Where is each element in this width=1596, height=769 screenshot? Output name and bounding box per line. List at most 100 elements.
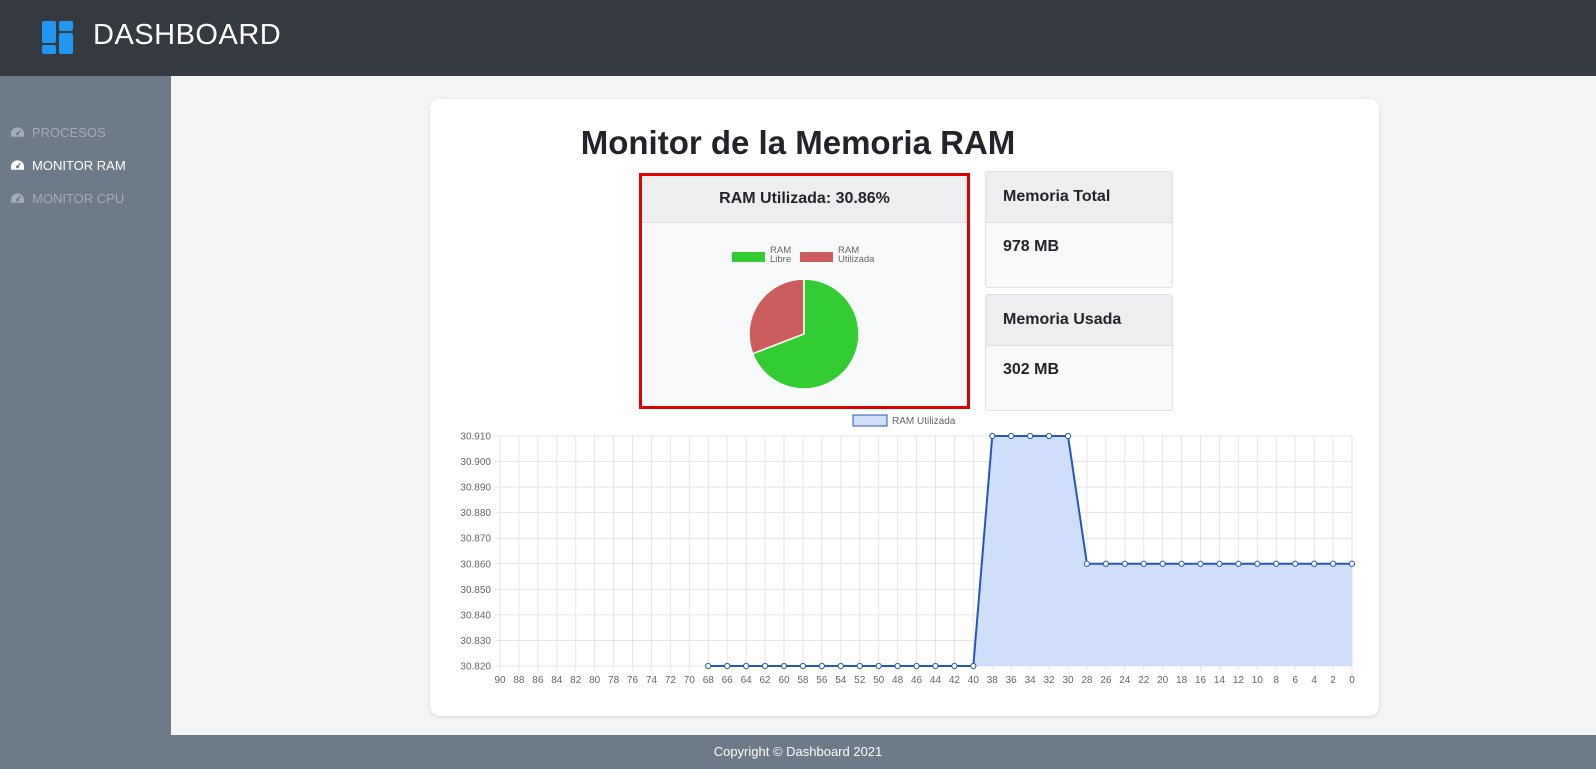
x-tick-label: 36 [1006,675,1018,686]
x-tick-label: 8 [1273,675,1279,686]
y-tick-label: 30.890 [460,483,491,494]
data-point[interactable] [743,662,750,670]
sidebar: PROCESOS MONITOR RAM MONITOR CPU [0,76,171,735]
data-point[interactable] [724,662,731,670]
data-point[interactable] [1254,560,1261,567]
data-point[interactable] [837,662,844,670]
data-point[interactable] [989,432,996,440]
data-point[interactable] [1311,560,1318,567]
x-tick-label: 24 [1119,675,1131,686]
y-tick-label: 30.830 [460,636,491,647]
x-tick-label: 90 [494,675,506,686]
memory-total-header: Memoria Total [986,172,1172,223]
x-tick-label: 4 [1311,675,1317,686]
dashboard-logo-icon [42,21,73,54]
x-tick-label: 20 [1157,675,1169,686]
x-tick-label: 70 [684,675,696,686]
y-axis-ticks: 30.910 30.900 30.890 30.880 30.870 30.860 30.8… [460,432,491,673]
x-tick-label: 6 [1292,675,1298,686]
data-point[interactable] [1292,560,1299,567]
x-tick-label: 18 [1176,675,1188,686]
data-point[interactable] [1121,560,1128,567]
data-point[interactable] [1008,432,1015,440]
x-tick-label: 2 [1330,675,1336,686]
x-tick-label: 38 [987,675,999,686]
legend-label: RAM Utilizada [892,416,956,427]
footer: Copyright © Dashboard 2021 [0,735,1596,769]
data-point[interactable] [1102,560,1109,567]
x-tick-label: 22 [1138,675,1150,686]
data-point[interactable] [1159,560,1166,567]
y-tick-label: 30.880 [460,508,491,519]
x-tick-label: 30 [1062,675,1074,686]
data-point[interactable] [875,662,882,670]
x-tick-label: 68 [703,675,715,686]
legend-swatch[interactable] [800,252,833,262]
x-tick-label: 62 [760,675,772,686]
memory-used-header: Memoria Usada [986,295,1172,346]
x-tick-label: 60 [778,675,790,686]
x-tick-label: 88 [513,675,525,686]
legend-label: Utilizada [838,254,875,265]
data-point[interactable] [1140,560,1147,567]
memory-used-box: Memoria Usada 302 MB [985,294,1173,411]
chart-area [708,435,1352,667]
y-tick-label: 30.900 [460,457,491,468]
data-point[interactable] [1027,432,1034,440]
y-tick-label: 30.860 [460,559,491,570]
data-point[interactable] [894,662,901,670]
y-tick-label: 30.840 [460,610,491,621]
ram-history-chart: 30.910 30.900 30.890 30.880 30.870 30.860 30.8… [460,414,1356,686]
x-tick-label: 26 [1100,675,1112,686]
memory-total-label: Memoria Total [1003,188,1111,205]
x-tick-label: 86 [532,675,544,686]
x-tick-label: 42 [949,675,961,686]
data-point[interactable] [705,662,712,670]
x-tick-label: 80 [589,675,601,686]
data-point[interactable] [1064,432,1072,440]
memory-total-box: Memoria Total 978 MB [985,171,1173,288]
data-point[interactable] [761,662,769,670]
data-point[interactable] [780,662,788,670]
app-title[interactable]: DASHBOARD [93,19,281,52]
data-point[interactable] [1329,560,1337,567]
data-point[interactable] [1235,560,1242,567]
legend-swatch[interactable] [852,414,888,427]
y-tick-label: 30.910 [460,432,491,443]
data-point[interactable] [856,662,863,670]
x-tick-label: 16 [1195,675,1207,686]
x-tick-label: 58 [797,675,809,686]
x-tick-label: 34 [1025,675,1037,686]
x-tick-label: 44 [930,675,942,686]
data-point[interactable] [1178,560,1185,567]
data-point[interactable] [1216,560,1223,567]
top-navbar: DASHBOARD [0,0,1596,76]
memory-total-value: 978 MB [1003,238,1060,255]
x-tick-label: 82 [570,675,582,686]
data-point[interactable] [1045,432,1053,440]
x-tick-label: 64 [741,675,753,686]
data-point[interactable] [970,662,977,670]
x-tick-label: 56 [816,675,828,686]
data-point[interactable] [913,662,920,670]
y-tick-label: 30.870 [460,534,491,545]
x-tick-label: 50 [873,675,885,686]
ram-pie-chart: RAMLibreRAMUtilizada [732,245,875,390]
data-point[interactable] [1197,560,1204,567]
x-tick-label: 32 [1044,675,1056,686]
x-tick-label: 14 [1214,675,1226,686]
data-point[interactable] [1273,560,1280,567]
data-point[interactable] [951,662,958,670]
sidebar-item-monitor-cpu[interactable]: MONITOR CPU [10,188,124,208]
data-point[interactable] [1348,560,1356,567]
x-tick-label: 72 [665,675,677,686]
data-point[interactable] [1083,560,1091,567]
data-point[interactable] [818,662,825,670]
pie-legend: RAMLibreRAMUtilizada [732,245,875,265]
legend-swatch[interactable] [732,252,765,262]
data-point[interactable] [932,662,939,670]
page-title: Monitor de la Memoria RAM [580,124,1016,161]
copyright-text: Copyright © Dashboard 2021 [713,744,883,759]
x-tick-label: 0 [1349,675,1355,686]
data-point[interactable] [799,662,807,670]
